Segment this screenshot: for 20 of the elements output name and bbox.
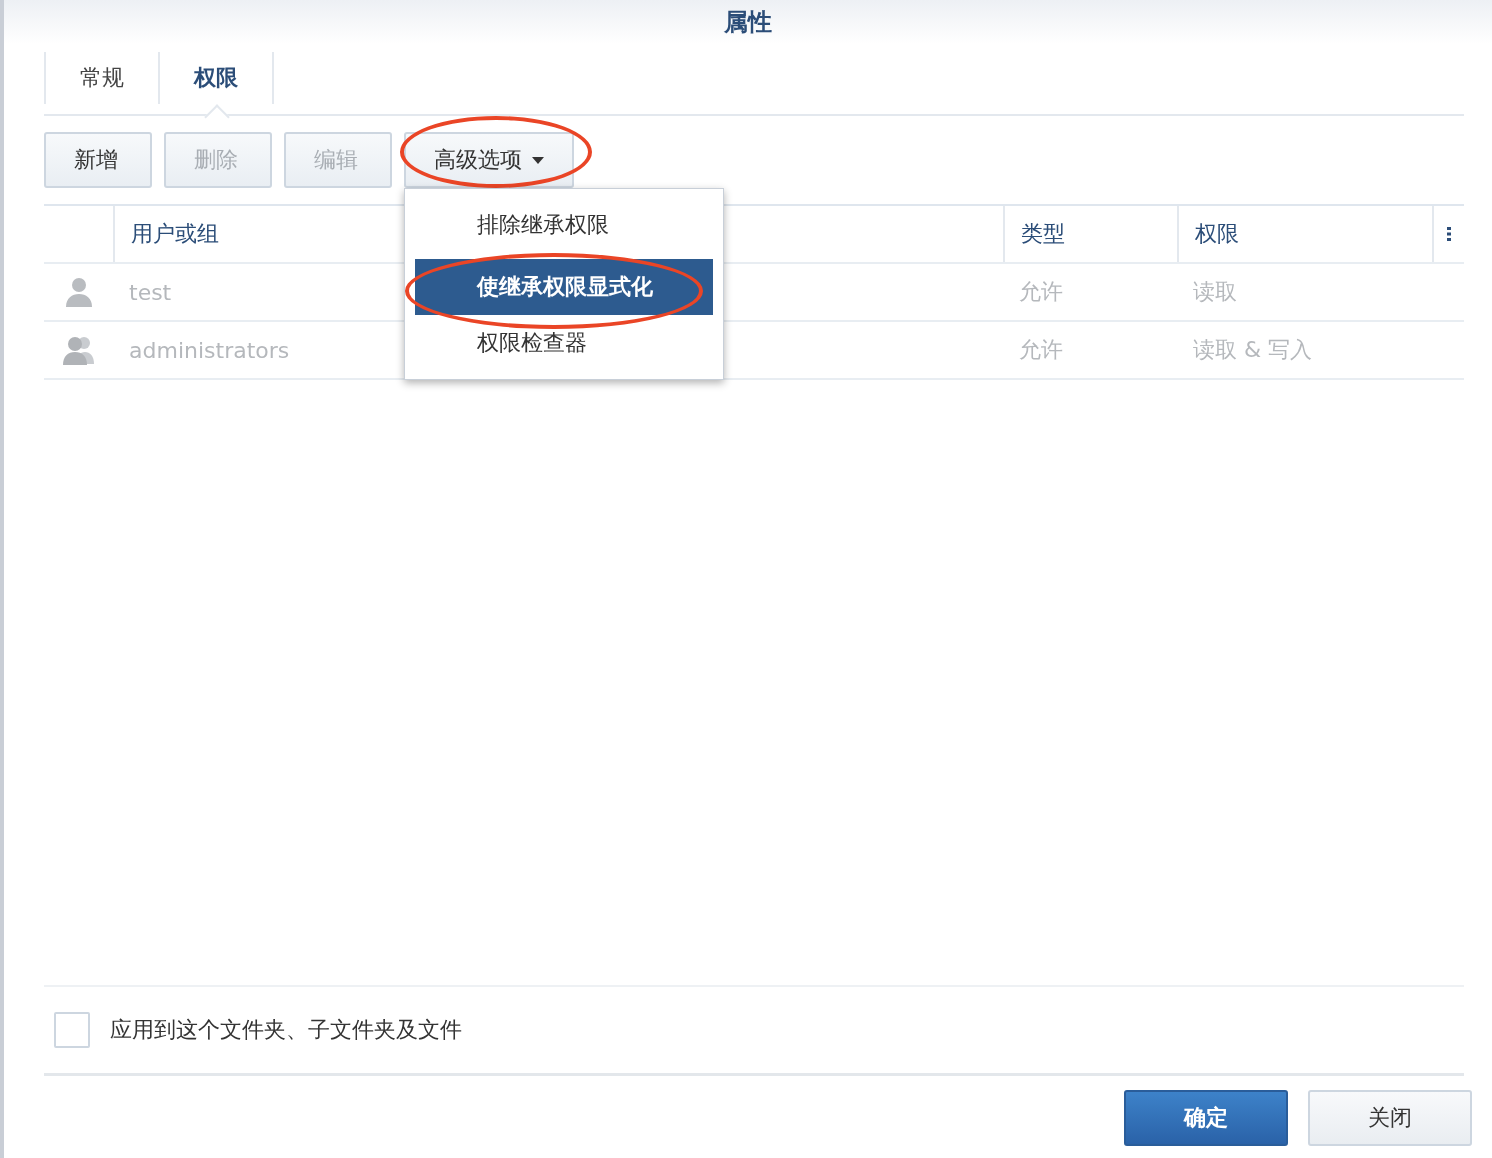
column-header[interactable]: 用户或组 (131, 219, 219, 249)
table-cell-text: 读取 (1193, 278, 1237, 306)
table-cell: administrators (129, 337, 290, 363)
column-header[interactable]: 类型 (1021, 219, 1065, 249)
table-cell: test (129, 279, 172, 305)
ok-button[interactable]: 确定 (1124, 1090, 1288, 1146)
table-cell-text: 允许 (1019, 278, 1063, 306)
tab[interactable]: 常规 (44, 52, 158, 104)
table-cell-text: 允许 (1019, 336, 1063, 364)
tab[interactable]: 权限 (158, 52, 274, 104)
table-cell-text: 读取 & 写入 (1193, 336, 1313, 364)
checkbox-label: 应用到这个文件夹、子文件夹及文件 (110, 1016, 462, 1044)
menu-item[interactable]: 权限检查器 (415, 315, 713, 371)
window-title: 属性 (724, 7, 772, 38)
toolbar-button[interactable]: 高级选项 (404, 132, 574, 188)
close-button[interactable]: 关闭 (1308, 1090, 1472, 1146)
menu-item[interactable]: 使继承权限显式化 (415, 259, 713, 315)
column-header[interactable]: 权限 (1195, 219, 1239, 249)
menu-item[interactable]: 排除继承权限 (415, 197, 713, 253)
toolbar-button[interactable]: 新增 (44, 132, 152, 188)
